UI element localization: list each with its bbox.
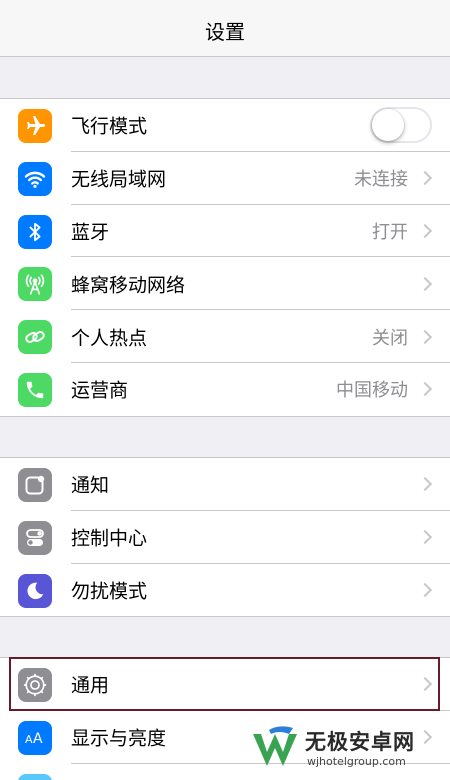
settings-row-label: 控制中心 [71,527,148,550]
watermark: 无极安卓网 wjhotelgroup.com [247,720,442,776]
watermark-name: 无极安卓网 [305,730,415,754]
settings-row-value: 未连接 [354,169,408,191]
chevron-right-icon [417,329,433,344]
settings-group-notifications: 通知 控制中心 勿扰模式 [0,457,450,618]
nav-bar: 设置 [0,0,450,57]
settings-row-label: 蓝牙 [71,221,110,244]
moon-icon [18,573,52,608]
settings-row-value: 关闭 [372,327,408,349]
settings-row-label: 飞行模式 [71,115,148,138]
bluetooth-icon [18,214,52,249]
chevron-right-icon [417,276,433,291]
settings-row-hotspot[interactable]: 个人热点 关闭 [0,310,450,363]
notification-icon [18,468,52,502]
settings-row-label: 个人热点 [71,327,148,350]
chevron-right-icon [417,530,433,545]
settings-row-value: 打开 [372,221,408,243]
display-icon: AA [18,720,52,755]
settings-row-value: 中国移动 [336,380,408,402]
chevron-right-icon [417,477,433,492]
highlight-box [9,657,440,711]
settings-row-label: 勿扰模式 [71,580,148,603]
settings-row-cellular[interactable]: 蜂窝移动网络 [0,257,450,311]
control-center-icon [18,520,52,555]
settings-row-label: 显示与亮度 [71,727,167,750]
svg-text:A: A [33,731,43,747]
settings-row-control-center[interactable]: 控制中心 [0,511,450,564]
chevron-right-icon [417,582,433,598]
settings-row-notifications[interactable]: 通知 [0,458,450,511]
wifi-icon [18,161,52,196]
settings-row-wifi[interactable]: 无线局域网 未连接 [0,152,450,205]
settings-row-carrier[interactable]: 运营商 中国移动 [0,363,450,416]
chevron-right-icon [417,382,433,397]
watermark-url: wjhotelgroup.com [307,755,406,768]
page-title: 设置 [205,19,245,44]
svg-text:A: A [25,733,33,746]
settings-row-bluetooth[interactable]: 蓝牙 打开 [0,205,450,258]
cellular-icon [18,267,52,302]
airplane-mode-toggle[interactable] [370,107,432,144]
watermark-logo-icon [253,726,297,766]
toggle-knob [372,109,404,142]
phone-icon [18,372,52,407]
settings-row-do-not-disturb[interactable]: 勿扰模式 [0,564,450,617]
settings-row-label: 运营商 [71,379,129,402]
hotspot-icon [18,320,52,355]
settings-row-airplane-mode[interactable]: 飞行模式 [0,99,450,152]
settings-row-label: 蜂窝移动网络 [71,274,186,297]
wallpaper-icon [18,773,52,780]
settings-row-label: 无线局域网 [71,168,167,191]
airplane-icon [18,109,52,143]
settings-group-connectivity: 飞行模式 无线局域网 未连接 蓝牙 打开 蜂窝移动网络 个人热点 关闭 运营商 … [0,98,450,417]
chevron-right-icon [417,223,433,239]
settings-row-label: 通知 [71,474,110,497]
chevron-right-icon [417,171,433,186]
